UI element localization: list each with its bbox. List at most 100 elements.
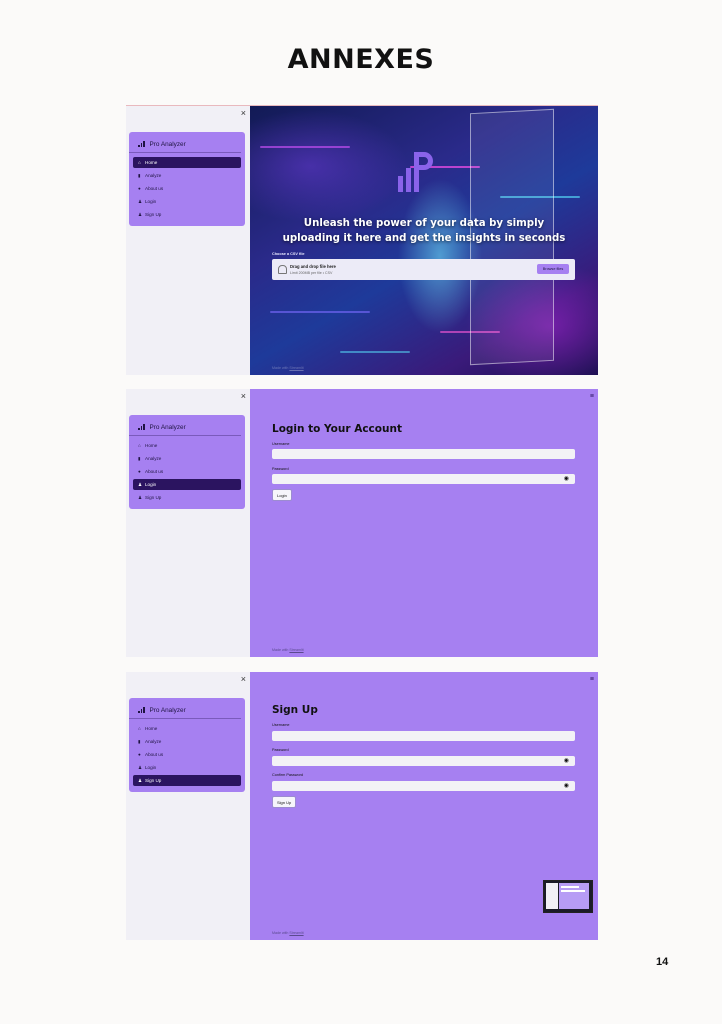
home-icon: ⌂ bbox=[138, 443, 141, 448]
sidebar-item-about[interactable]: ● About us bbox=[133, 466, 241, 477]
sidebar-item-label: About us bbox=[145, 186, 164, 191]
sidebar-item-label: Analyze bbox=[145, 456, 162, 461]
light-streak bbox=[270, 311, 370, 313]
brand-name: Pro Analyzer bbox=[149, 706, 186, 714]
sidebar-item-analyze[interactable]: ▮ Analyze bbox=[133, 170, 241, 181]
password-label: Password bbox=[272, 748, 289, 752]
sidebar-item-label: About us bbox=[145, 752, 164, 757]
info-icon: ● bbox=[138, 469, 141, 474]
sidebar-item-analyze[interactable]: ▮ Analyze bbox=[133, 736, 241, 747]
sidebar-item-label: Login bbox=[145, 482, 157, 487]
signup-screenshot: × Pro Analyzer ⌂ Home ▮ Analyze ● About us … bbox=[126, 672, 598, 940]
sidebar: × Pro Analyzer ⌂ Home ▮ Analyze ● About us … bbox=[126, 672, 250, 940]
brand-name: Pro Analyzer bbox=[149, 423, 186, 431]
sidebar-item-label: Home bbox=[145, 726, 158, 731]
limit-text: Limit 200MB per file • CSV bbox=[290, 271, 333, 275]
sidebar-item-label: Home bbox=[145, 160, 158, 165]
sidebar-item-login[interactable]: ♟ Login bbox=[133, 196, 241, 207]
menu-icon[interactable]: ≡ bbox=[590, 676, 594, 683]
light-streak bbox=[260, 146, 350, 148]
sidebar-item-label: Analyze bbox=[145, 173, 162, 178]
document-title: ANNEXES bbox=[287, 44, 435, 75]
sidebar: × Pro Analyzer ⌂ Home ▮ Analyze ● About us … bbox=[126, 106, 250, 375]
sidebar-item-login[interactable]: ♟ Login bbox=[133, 479, 241, 490]
cloud-upload-icon bbox=[278, 265, 287, 274]
sidebar-item-home[interactable]: ⌂ Home bbox=[133, 723, 241, 734]
drop-text: Drag and drop file here bbox=[290, 264, 336, 269]
page-title: Sign Up bbox=[272, 704, 318, 716]
login-screenshot: × Pro Analyzer ⌂ Home ▮ Analyze ● About us … bbox=[126, 389, 598, 657]
info-icon: ● bbox=[138, 186, 141, 191]
sidebar-item-label: Sign Up bbox=[145, 212, 162, 217]
sidebar-item-label: Analyze bbox=[145, 739, 162, 744]
user-icon: ♟ bbox=[138, 198, 143, 204]
password-label: Password bbox=[272, 467, 289, 471]
sidebar-menu: Pro Analyzer ⌂ Home ▮ Analyze ● About us ♟ L… bbox=[129, 415, 245, 509]
menu-icon[interactable]: ≡ bbox=[590, 393, 594, 400]
sidebar-item-home[interactable]: ⌂ Home bbox=[133, 440, 241, 451]
file-uploader[interactable]: Drag and drop file here Limit 200MB per … bbox=[272, 259, 575, 280]
user-plus-icon: ♟ bbox=[138, 777, 143, 783]
user-icon: ♟ bbox=[138, 764, 143, 770]
login-button[interactable]: Login bbox=[272, 489, 292, 501]
footer-link[interactable]: Streamlit bbox=[289, 648, 303, 652]
eye-icon[interactable]: ◉ bbox=[564, 475, 569, 482]
footer: Made with Streamlit bbox=[272, 931, 304, 935]
sidebar-item-label: Login bbox=[145, 765, 157, 770]
confirm-password-field[interactable]: ◉ bbox=[272, 781, 575, 791]
close-icon[interactable]: × bbox=[241, 674, 246, 684]
signup-main: ≡ Sign Up Username Password ◉ Confirm Pa… bbox=[250, 672, 598, 940]
hero-headline: Unleash the power of your data by simply… bbox=[282, 218, 566, 244]
bar-chart-icon bbox=[138, 424, 145, 430]
close-icon[interactable]: × bbox=[241, 391, 246, 401]
username-field[interactable] bbox=[272, 449, 575, 459]
eye-icon[interactable]: ◉ bbox=[564, 782, 569, 789]
bar-chart-icon: ▮ bbox=[138, 738, 141, 744]
sidebar-item-about[interactable]: ● About us bbox=[133, 183, 241, 194]
password-field[interactable]: ◉ bbox=[272, 756, 575, 766]
sidebar-menu: Pro Analyzer ⌂ Home ▮ Analyze ● About us ♟ L… bbox=[129, 698, 245, 792]
info-icon: ● bbox=[138, 752, 141, 757]
sidebar-item-analyze[interactable]: ▮ Analyze bbox=[133, 453, 241, 464]
eye-icon[interactable]: ◉ bbox=[564, 757, 569, 764]
page-title: Login to Your Account bbox=[272, 423, 402, 435]
brand: Pro Analyzer bbox=[129, 419, 241, 436]
footer-link[interactable]: Streamlit bbox=[289, 931, 303, 935]
footer-prefix: Made with bbox=[272, 931, 289, 935]
username-label: Username bbox=[272, 723, 290, 727]
home-screenshot: × Pro Analyzer ⌂ Home ▮ Analyze ● About us … bbox=[126, 105, 598, 375]
brand: Pro Analyzer bbox=[129, 136, 241, 153]
brand: Pro Analyzer bbox=[129, 702, 241, 719]
hero-area: Unleash the power of your data by simply… bbox=[250, 106, 598, 375]
footer-link[interactable]: Streamlit bbox=[289, 366, 303, 370]
bar-chart-icon: ▮ bbox=[138, 455, 141, 461]
username-field[interactable] bbox=[272, 731, 575, 741]
footer: Made with Streamlit bbox=[272, 648, 304, 652]
page-number: 14 bbox=[656, 956, 669, 968]
signup-button[interactable]: Sign Up bbox=[272, 796, 297, 808]
sidebar: × Pro Analyzer ⌂ Home ▮ Analyze ● About us … bbox=[126, 389, 250, 657]
sidebar-item-label: About us bbox=[145, 469, 164, 474]
sidebar-item-about[interactable]: ● About us bbox=[133, 749, 241, 760]
sidebar-item-signup[interactable]: ♟ Sign Up bbox=[133, 492, 241, 503]
light-streak bbox=[340, 351, 410, 353]
username-label: Username bbox=[272, 442, 290, 446]
sidebar-item-label: Sign Up bbox=[145, 495, 162, 500]
browse-files-button[interactable]: Browse files bbox=[537, 264, 569, 274]
logo-icon bbox=[398, 152, 433, 192]
sidebar-item-signup[interactable]: ♟ Sign Up bbox=[133, 209, 241, 220]
bar-chart-icon: ▮ bbox=[138, 172, 141, 178]
user-plus-icon: ♟ bbox=[138, 211, 143, 217]
brand-name: Pro Analyzer bbox=[149, 140, 186, 148]
sidebar-item-label: Sign Up bbox=[145, 778, 162, 783]
sidebar-item-label: Login bbox=[145, 199, 157, 204]
sidebar-item-signup[interactable]: ♟ Sign Up bbox=[133, 775, 241, 786]
sidebar-item-login[interactable]: ♟ Login bbox=[133, 762, 241, 773]
sidebar-item-home[interactable]: ⌂ Home bbox=[133, 157, 241, 168]
sidebar-item-label: Home bbox=[145, 443, 158, 448]
preview-thumbnail bbox=[543, 880, 593, 913]
home-icon: ⌂ bbox=[138, 726, 141, 731]
confirm-password-label: Confirm Password bbox=[272, 773, 304, 777]
password-field[interactable]: ◉ bbox=[272, 474, 575, 484]
close-icon[interactable]: × bbox=[241, 108, 246, 118]
